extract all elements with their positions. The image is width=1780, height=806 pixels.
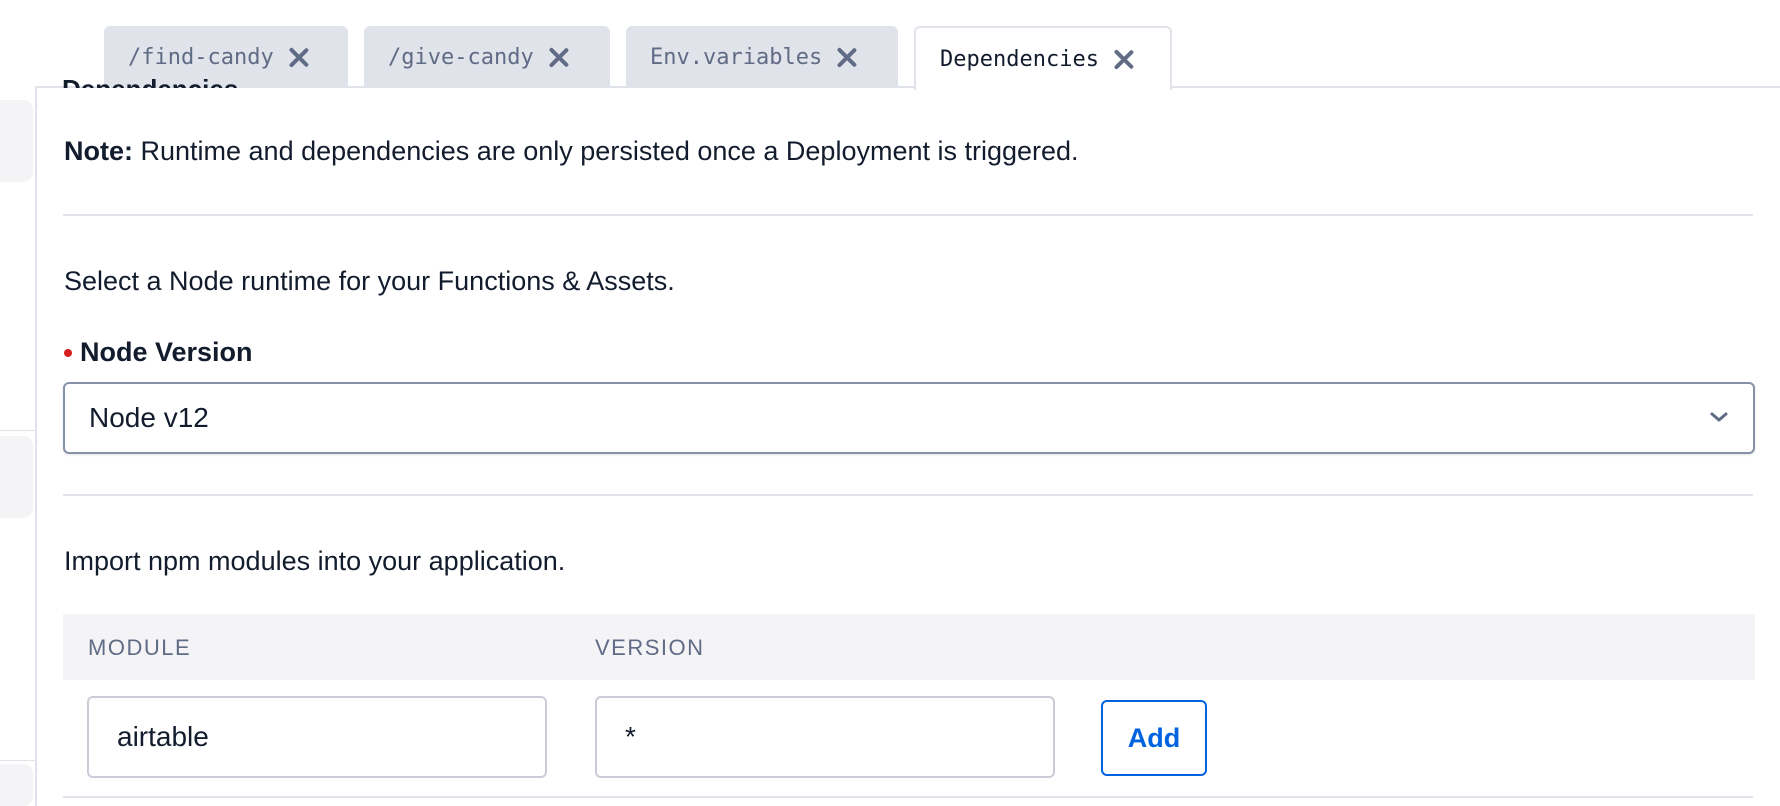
- note-text: Runtime and dependencies are only persis…: [133, 136, 1079, 166]
- divider: [63, 796, 1753, 798]
- divider: [63, 494, 1753, 496]
- divider: [63, 214, 1753, 216]
- close-icon[interactable]: [1113, 48, 1135, 70]
- node-version-value: Node v12: [89, 402, 209, 433]
- tab-env-variables[interactable]: Env.variables: [626, 26, 898, 88]
- panel-heading: Dependencies: [62, 74, 238, 88]
- sidebar-divider: [0, 430, 35, 431]
- sidebar-item[interactable]: [0, 764, 33, 806]
- sidebar-item[interactable]: [0, 100, 33, 182]
- modules-description: Import npm modules into your application…: [64, 546, 566, 576]
- node-version-label: Node Version: [64, 337, 253, 368]
- tab-label: /find-candy: [128, 44, 274, 70]
- sidebar-divider: [0, 760, 35, 761]
- editor-tab-bar: /find-candy /give-candy Env.variables De…: [0, 0, 1780, 90]
- version-column-header: VERSION: [595, 635, 705, 660]
- sidebar-item[interactable]: [0, 436, 33, 518]
- runtime-description: Select a Node runtime for your Functions…: [64, 266, 675, 296]
- node-version-label-text: Node Version: [80, 337, 253, 367]
- chevron-down-icon: [1710, 412, 1728, 422]
- dependencies-panel: Dependencies Note: Runtime and dependenc…: [35, 74, 1780, 806]
- node-version-select[interactable]: Node v12: [63, 382, 1755, 454]
- module-name-input[interactable]: [87, 696, 547, 778]
- module-version-input[interactable]: [595, 696, 1055, 778]
- tab-label: /give-candy: [388, 44, 534, 70]
- tab-label: Dependencies: [940, 46, 1099, 72]
- sidebar: [0, 0, 35, 806]
- close-icon[interactable]: [288, 46, 310, 68]
- close-icon[interactable]: [836, 46, 858, 68]
- module-column-header: MODULE: [88, 635, 192, 660]
- persist-note: Note: Runtime and dependencies are only …: [64, 136, 1079, 167]
- modules-table-header: MODULE VERSION: [63, 614, 1755, 680]
- note-prefix: Note:: [64, 136, 133, 166]
- tab-give-candy[interactable]: /give-candy: [364, 26, 610, 88]
- required-indicator: [64, 348, 72, 357]
- tab-dependencies[interactable]: Dependencies: [914, 26, 1172, 90]
- close-icon[interactable]: [548, 46, 570, 68]
- tab-label: Env.variables: [650, 44, 823, 70]
- add-module-button[interactable]: Add: [1101, 700, 1207, 776]
